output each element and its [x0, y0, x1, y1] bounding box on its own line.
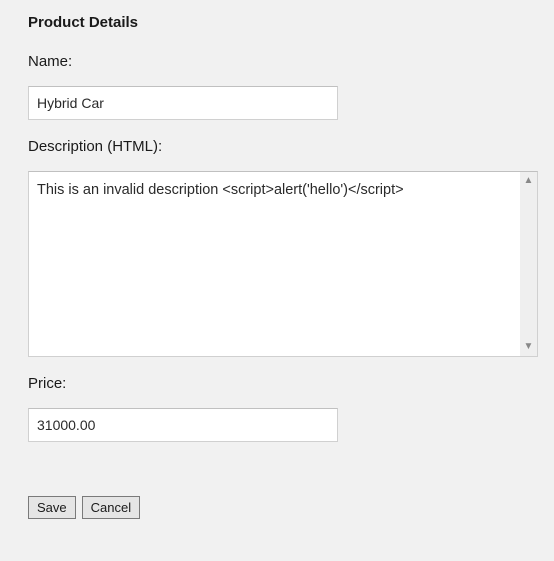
- description-input[interactable]: [28, 171, 538, 357]
- name-input[interactable]: [28, 86, 338, 120]
- scroll-down-icon: ▼: [524, 342, 534, 352]
- price-label: Price:: [28, 375, 526, 392]
- scrollbar[interactable]: ▲ ▼: [520, 172, 537, 356]
- name-label: Name:: [28, 53, 526, 70]
- description-label: Description (HTML):: [28, 138, 526, 155]
- cancel-button[interactable]: Cancel: [82, 496, 140, 519]
- save-button[interactable]: Save: [28, 496, 76, 519]
- price-input[interactable]: [28, 408, 338, 442]
- scroll-up-icon: ▲: [524, 176, 534, 186]
- section-title: Product Details: [28, 14, 526, 31]
